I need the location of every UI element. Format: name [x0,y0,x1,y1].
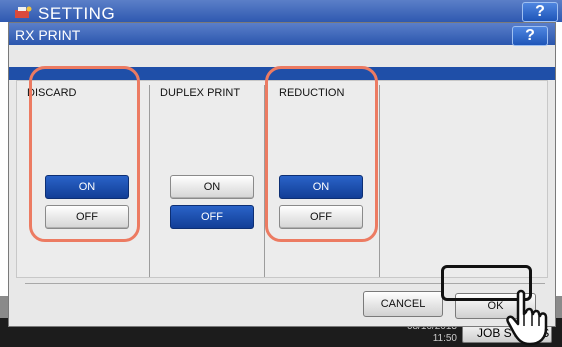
discard-off-button[interactable]: OFF [45,205,129,229]
discard-on-button[interactable]: ON [45,175,129,199]
duplex-print-off-button[interactable]: OFF [170,205,254,229]
dialog-band [9,45,555,67]
dialog-strip [9,67,555,80]
discard-section: DISCARD ON OFF [27,81,147,276]
background-help-button[interactable]: ? [522,2,558,22]
column-divider [264,85,265,277]
footer-divider [25,283,545,284]
duplex-print-on-button[interactable]: ON [170,175,254,199]
ok-button[interactable]: OK [455,293,536,319]
dialog-title: RX PRINT [15,27,81,43]
clock-time: 11:50 [432,333,457,344]
duplex-print-section: DUPLEX PRINT ON OFF [160,81,270,276]
discard-label: DISCARD [27,87,77,99]
cancel-button[interactable]: CANCEL [363,291,443,317]
help-button[interactable]: ? [512,26,548,46]
background-title: SETTING [38,4,116,23]
column-divider [379,85,380,277]
reduction-section: REDUCTION ON OFF [279,81,389,276]
column-divider [149,85,150,277]
reduction-label: REDUCTION [279,87,345,99]
reduction-off-button[interactable]: OFF [279,205,363,229]
dialog-header: RX PRINT [9,23,555,45]
options-panel: DISCARD ON OFF DUPLEX PRINT ON OFF REDUC… [16,80,548,278]
setting-icon [15,6,32,18]
reduction-on-button[interactable]: ON [279,175,363,199]
background-header: SETTING ? [0,0,562,23]
duplex-print-label: DUPLEX PRINT [160,87,241,99]
rx-print-dialog: RX PRINT ? DISCARD ON OFF DUPLEX PRINT O… [8,22,556,327]
